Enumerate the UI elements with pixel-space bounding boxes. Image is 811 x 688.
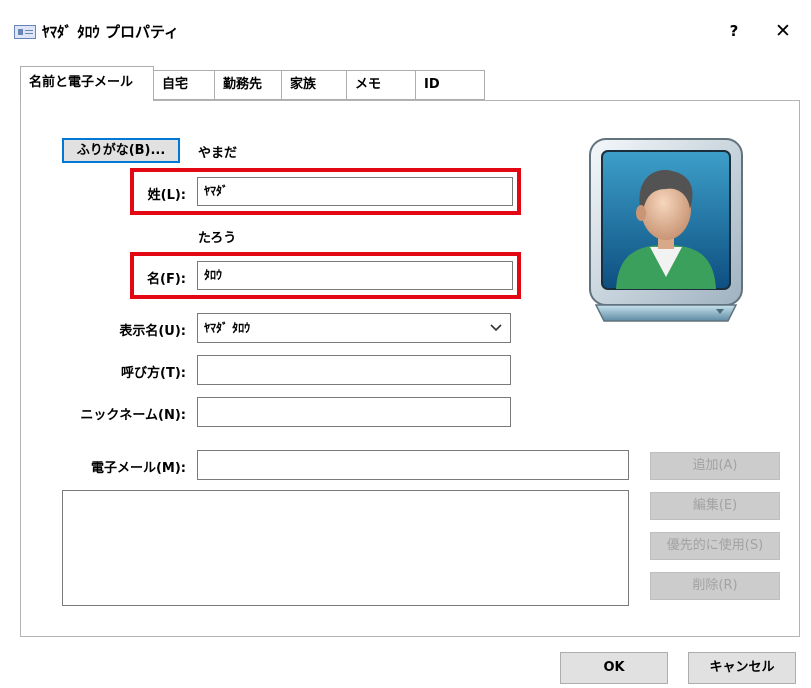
first-name-label: 名(F): [147, 272, 186, 287]
set-default-email-button[interactable]: 優先的に使用(S) [650, 532, 780, 560]
cancel-button[interactable]: キャンセル [688, 652, 796, 684]
chevron-down-icon[interactable] [490, 322, 502, 334]
edit-email-button[interactable]: 編集(E) [650, 492, 780, 520]
tab-id[interactable]: ID [415, 70, 485, 100]
tab-family[interactable]: 家族 [281, 70, 347, 100]
email-list[interactable] [62, 490, 629, 606]
tab-work[interactable]: 勤務先 [214, 70, 282, 100]
help-button[interactable]: ? [722, 18, 746, 44]
last-name-label: 姓(L): [147, 188, 186, 203]
contact-picture[interactable] [588, 137, 746, 327]
last-name-reading: やまだ [198, 146, 238, 161]
email-field[interactable] [197, 450, 629, 480]
first-name-field[interactable]: ﾀﾛｳ [197, 261, 513, 290]
tab-memo[interactable]: メモ [346, 70, 416, 100]
delete-email-button[interactable]: 削除(R) [650, 572, 780, 600]
last-name-field[interactable]: ﾔﾏﾀﾞ [197, 177, 513, 206]
nickname-field[interactable] [197, 397, 511, 427]
furigana-button[interactable]: ふりがな(B)... [62, 138, 180, 163]
add-email-button[interactable]: 追加(A) [650, 452, 780, 480]
window-title: ﾔﾏﾀﾞ ﾀﾛｳ プロパティ [42, 23, 180, 41]
close-button[interactable]: ✕ [770, 18, 796, 44]
display-name-select[interactable]: ﾔﾏﾀﾞ ﾀﾛｳ [197, 313, 511, 343]
call-name-label: 呼び方(T): [121, 366, 186, 381]
contact-card-icon [14, 25, 36, 39]
call-name-field[interactable] [197, 355, 511, 385]
nickname-label: ニックネーム(N): [80, 408, 186, 423]
display-name-label: 表示名(U): [119, 324, 186, 339]
first-name-reading: たろう [198, 231, 237, 246]
email-label: 電子メール(M): [90, 461, 186, 476]
tab-name-email[interactable]: 名前と電子メール [20, 66, 154, 101]
display-name-value: ﾔﾏﾀﾞ ﾀﾛｳ [204, 321, 251, 335]
tab-home[interactable]: 自宅 [153, 70, 215, 100]
ok-button[interactable]: OK [560, 652, 668, 684]
